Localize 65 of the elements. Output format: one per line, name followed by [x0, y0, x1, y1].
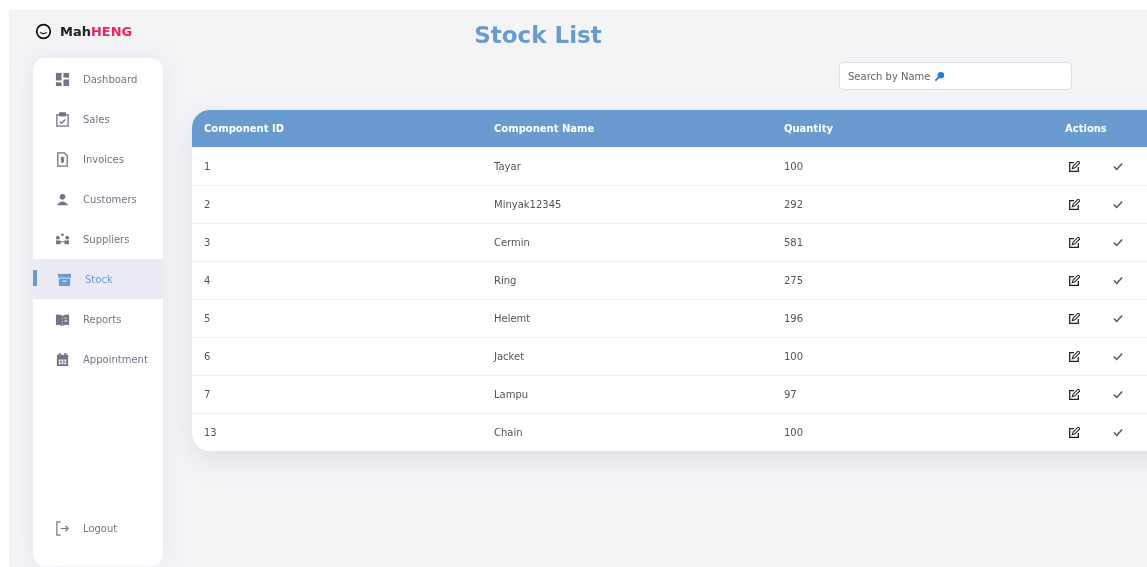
edit-icon[interactable] — [1068, 388, 1080, 401]
table-cell-text: 1 — [203, 161, 212, 172]
check-icon[interactable] — [1113, 162, 1123, 171]
edit-icon[interactable] — [1068, 274, 1080, 287]
sidebar-item[interactable]: Dashboard — [33, 59, 163, 99]
logout-icon — [55, 520, 70, 536]
sidebar-item[interactable]: Stock — [33, 259, 163, 299]
table-cell-text: Helemt — [493, 313, 532, 324]
check-icon[interactable] — [1113, 314, 1123, 323]
sidebar-item[interactable]: Reports — [33, 299, 163, 339]
column-header: Component ID — [203, 123, 285, 134]
table-cell-text: Ring — [493, 275, 518, 286]
check-icon[interactable] — [1113, 200, 1123, 209]
table-cell-text: 2 — [203, 199, 212, 210]
table-cell-text: Tayar — [493, 161, 522, 172]
table-cell-text: 97 — [783, 389, 798, 400]
check-icon[interactable] — [1113, 390, 1123, 399]
dollar-document-icon — [55, 151, 70, 167]
table-cell-text: 6 — [203, 351, 212, 362]
clipboard-check-icon — [55, 111, 70, 127]
edit-icon[interactable] — [1068, 236, 1080, 249]
person-icon — [55, 191, 70, 207]
check-icon[interactable] — [1113, 428, 1123, 437]
table-cell-text: 100 — [783, 427, 805, 438]
dashboard-icon — [55, 71, 70, 87]
sidebar-item[interactable]: Customers — [33, 179, 163, 219]
column-header: Quantity — [783, 123, 834, 134]
table-cell-text: 4 — [203, 275, 212, 286]
edit-icon[interactable] — [1068, 312, 1080, 325]
check-icon[interactable] — [1113, 238, 1123, 247]
table-cell-text: 292 — [783, 199, 805, 210]
table-cell-text: 5 — [203, 313, 212, 324]
table-cell-text: 3 — [203, 237, 212, 248]
logout-link[interactable]: Logout — [33, 508, 163, 548]
table-cell-text: Lampu — [493, 389, 530, 400]
people-group-icon — [55, 231, 70, 247]
page-title: Stock List — [473, 22, 603, 48]
edit-icon[interactable] — [1068, 198, 1080, 211]
calendar-icon — [55, 351, 70, 367]
sidebar-item[interactable]: Suppliers — [33, 219, 163, 259]
logo-icon — [35, 23, 52, 40]
sidebar-item[interactable]: Sales — [33, 99, 163, 139]
column-header: Component Name — [493, 123, 596, 134]
table-cell-text: Cermin — [493, 237, 531, 248]
table-cell-text: Chain — [493, 427, 524, 438]
edit-icon[interactable] — [1068, 160, 1080, 173]
key-icon — [934, 70, 945, 82]
table-cell-text: Jacket — [492, 351, 526, 362]
table-cell-text: 7 — [203, 389, 212, 400]
brand-name: MahHENG — [60, 24, 133, 39]
sidebar-item[interactable]: Appointment — [33, 339, 163, 379]
table-cell-text: Minyak12345 — [493, 199, 563, 210]
table-cell-text: 196 — [783, 313, 805, 324]
check-icon[interactable] — [1113, 276, 1123, 285]
edit-icon[interactable] — [1068, 350, 1080, 363]
table-cell-text: 581 — [783, 237, 805, 248]
table-cell-text: 100 — [783, 161, 805, 172]
sidebar-item[interactable]: Invoices — [33, 139, 163, 179]
archive-box-icon — [57, 271, 72, 287]
table-cell-text: 13 — [203, 427, 218, 438]
table-cell-text: 100 — [783, 351, 805, 362]
edit-icon[interactable] — [1068, 426, 1080, 439]
check-icon[interactable] — [1113, 352, 1123, 361]
table-cell-text: 275 — [783, 275, 805, 286]
column-header: Actions — [1064, 123, 1107, 134]
